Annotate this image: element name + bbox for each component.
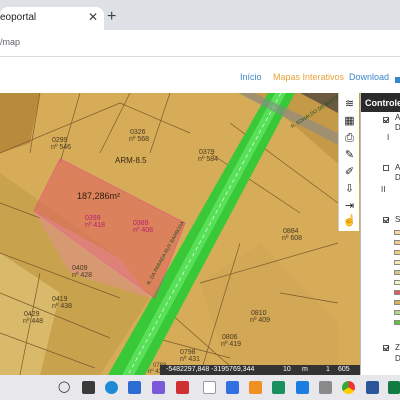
nav-overflow-indicator[interactable] <box>395 77 400 83</box>
legend-swatch <box>394 230 400 235</box>
pencil-icon[interactable]: ✎ <box>342 148 357 163</box>
start-icon[interactable]: ◯ <box>58 380 70 394</box>
parcel-id: 0379 <box>199 149 215 156</box>
coordinate-bar: -5482297,848 -3195769,344 10 m 1 605 <box>160 365 360 375</box>
parcel-number: nº 568 <box>129 136 150 143</box>
app-icon[interactable] <box>249 381 262 394</box>
control-panel-header: Controle <box>361 93 400 112</box>
legend-swatch <box>394 280 400 285</box>
parcel-id: 0389 <box>133 220 149 227</box>
tab-close-icon[interactable]: ✕ <box>88 10 98 24</box>
layer-label: A <box>395 163 400 172</box>
map-toolbar: ≋ ▦ ⎙ ✎ ✐ ⇩ ⇥ ☝ <box>338 93 359 231</box>
cursor-coordinates: -5482297,848 -3195769,344 <box>166 366 255 373</box>
print-icon[interactable]: ⎙ <box>342 131 357 146</box>
photos-icon[interactable] <box>152 381 165 394</box>
layer-label: Z <box>395 343 400 352</box>
zoom-level: 1 <box>326 366 330 373</box>
legend-swatch <box>394 320 400 325</box>
zone-label: ARM-8.5 <box>115 156 147 165</box>
parcel-id: 0810 <box>251 310 267 317</box>
parcel-number: nº 428 <box>72 272 93 279</box>
tab-title: eoportal <box>0 12 37 23</box>
nav-inicio[interactable]: Início <box>240 72 262 82</box>
browser-toolbar: /map <box>0 30 400 57</box>
nav-mapas-interativos[interactable]: Mapas Interativos <box>273 72 344 82</box>
mail-icon[interactable] <box>203 381 216 394</box>
parcel-number: nº 608 <box>282 235 303 242</box>
parcel-id: 0419 <box>52 296 68 303</box>
app-icon[interactable] <box>272 381 285 394</box>
task-view-icon[interactable] <box>82 381 95 394</box>
hand-icon[interactable]: ☝ <box>342 214 357 229</box>
layer-label: I <box>387 133 390 142</box>
new-tab-icon[interactable]: + <box>107 9 116 25</box>
layer-checkbox[interactable] <box>383 217 389 223</box>
scale-unit: m <box>302 366 308 373</box>
layer-label: S <box>395 215 400 224</box>
address-bar[interactable]: /map <box>0 37 20 47</box>
legend-swatch <box>394 250 400 255</box>
store-icon[interactable] <box>128 381 141 394</box>
browser-tabstrip: eoportal ✕ + <box>0 0 400 30</box>
parcel-number: nº 431 <box>180 356 201 363</box>
layer-checkbox[interactable] <box>383 165 389 171</box>
word-icon[interactable] <box>366 381 379 394</box>
parcel-id: 0806 <box>222 334 238 341</box>
grid-icon[interactable]: ▦ <box>342 114 357 129</box>
control-panel: Controle A D I A D II S Z D <box>360 93 400 375</box>
parcel-id: 0884 <box>283 228 299 235</box>
parcel-id: 0299 <box>52 137 68 144</box>
parcel-id: 0409 <box>72 265 88 272</box>
edge-icon[interactable] <box>105 381 118 394</box>
windows-taskbar: ◯ <box>0 375 400 400</box>
pencil-line-icon[interactable]: ✐ <box>342 165 357 180</box>
area-measurement-label: 187,286m² <box>77 191 121 201</box>
parcel-id: 0399 <box>85 215 101 222</box>
parcel-number: nº 584 <box>198 156 219 163</box>
legend-swatch <box>394 310 400 315</box>
layer-checkbox[interactable] <box>383 117 389 123</box>
parcel-number: nº 448 <box>23 318 44 325</box>
nav-download[interactable]: Download <box>349 72 389 82</box>
zoom-max: 605 <box>338 366 350 373</box>
parcel-number: nº 419 <box>221 341 242 348</box>
settings-icon[interactable] <box>319 381 332 394</box>
browser-tab[interactable]: eoportal ✕ <box>0 7 104 30</box>
parcel-number: nº 546 <box>51 144 72 151</box>
legend-swatch <box>394 260 400 265</box>
layer-label: A <box>395 113 400 122</box>
layer-checkbox[interactable] <box>383 345 389 351</box>
layer-label: D <box>395 354 400 363</box>
layer-label: II <box>381 185 386 194</box>
legend-swatch <box>394 300 400 305</box>
chrome-icon[interactable] <box>342 381 355 394</box>
parcel-number: nº 409 <box>250 317 271 324</box>
parcel-id: 0326 <box>130 129 146 136</box>
mail-icon[interactable] <box>226 381 239 394</box>
parcel-id: 0798 <box>180 349 196 356</box>
legend-swatch <box>394 270 400 275</box>
parcel-number: nº 418 <box>85 222 106 229</box>
map-canvas[interactable]: ARM-8.5 187,286m² 0299 nº 546 0326 nº 56… <box>0 93 360 375</box>
app-icon[interactable] <box>176 381 189 394</box>
scale-value: 10 <box>283 366 291 373</box>
upload-icon[interactable]: ⇥ <box>342 199 357 214</box>
export-icon[interactable]: ⇩ <box>342 182 357 197</box>
legend-swatch <box>394 240 400 245</box>
legend-swatch <box>394 290 400 295</box>
site-header: Início Mapas Interativos Download <box>0 57 400 93</box>
app-icon[interactable] <box>388 381 400 394</box>
layer-label: D <box>395 173 400 182</box>
control-panel-title: Controle <box>365 98 400 108</box>
parcel-id: 0429 <box>24 311 40 318</box>
app-icon[interactable] <box>296 381 309 394</box>
layers-icon[interactable]: ≋ <box>342 97 357 112</box>
layer-label: D <box>395 123 400 132</box>
parcel-number: nº 438 <box>52 303 73 310</box>
parcel-number: nº 408 <box>133 227 154 234</box>
